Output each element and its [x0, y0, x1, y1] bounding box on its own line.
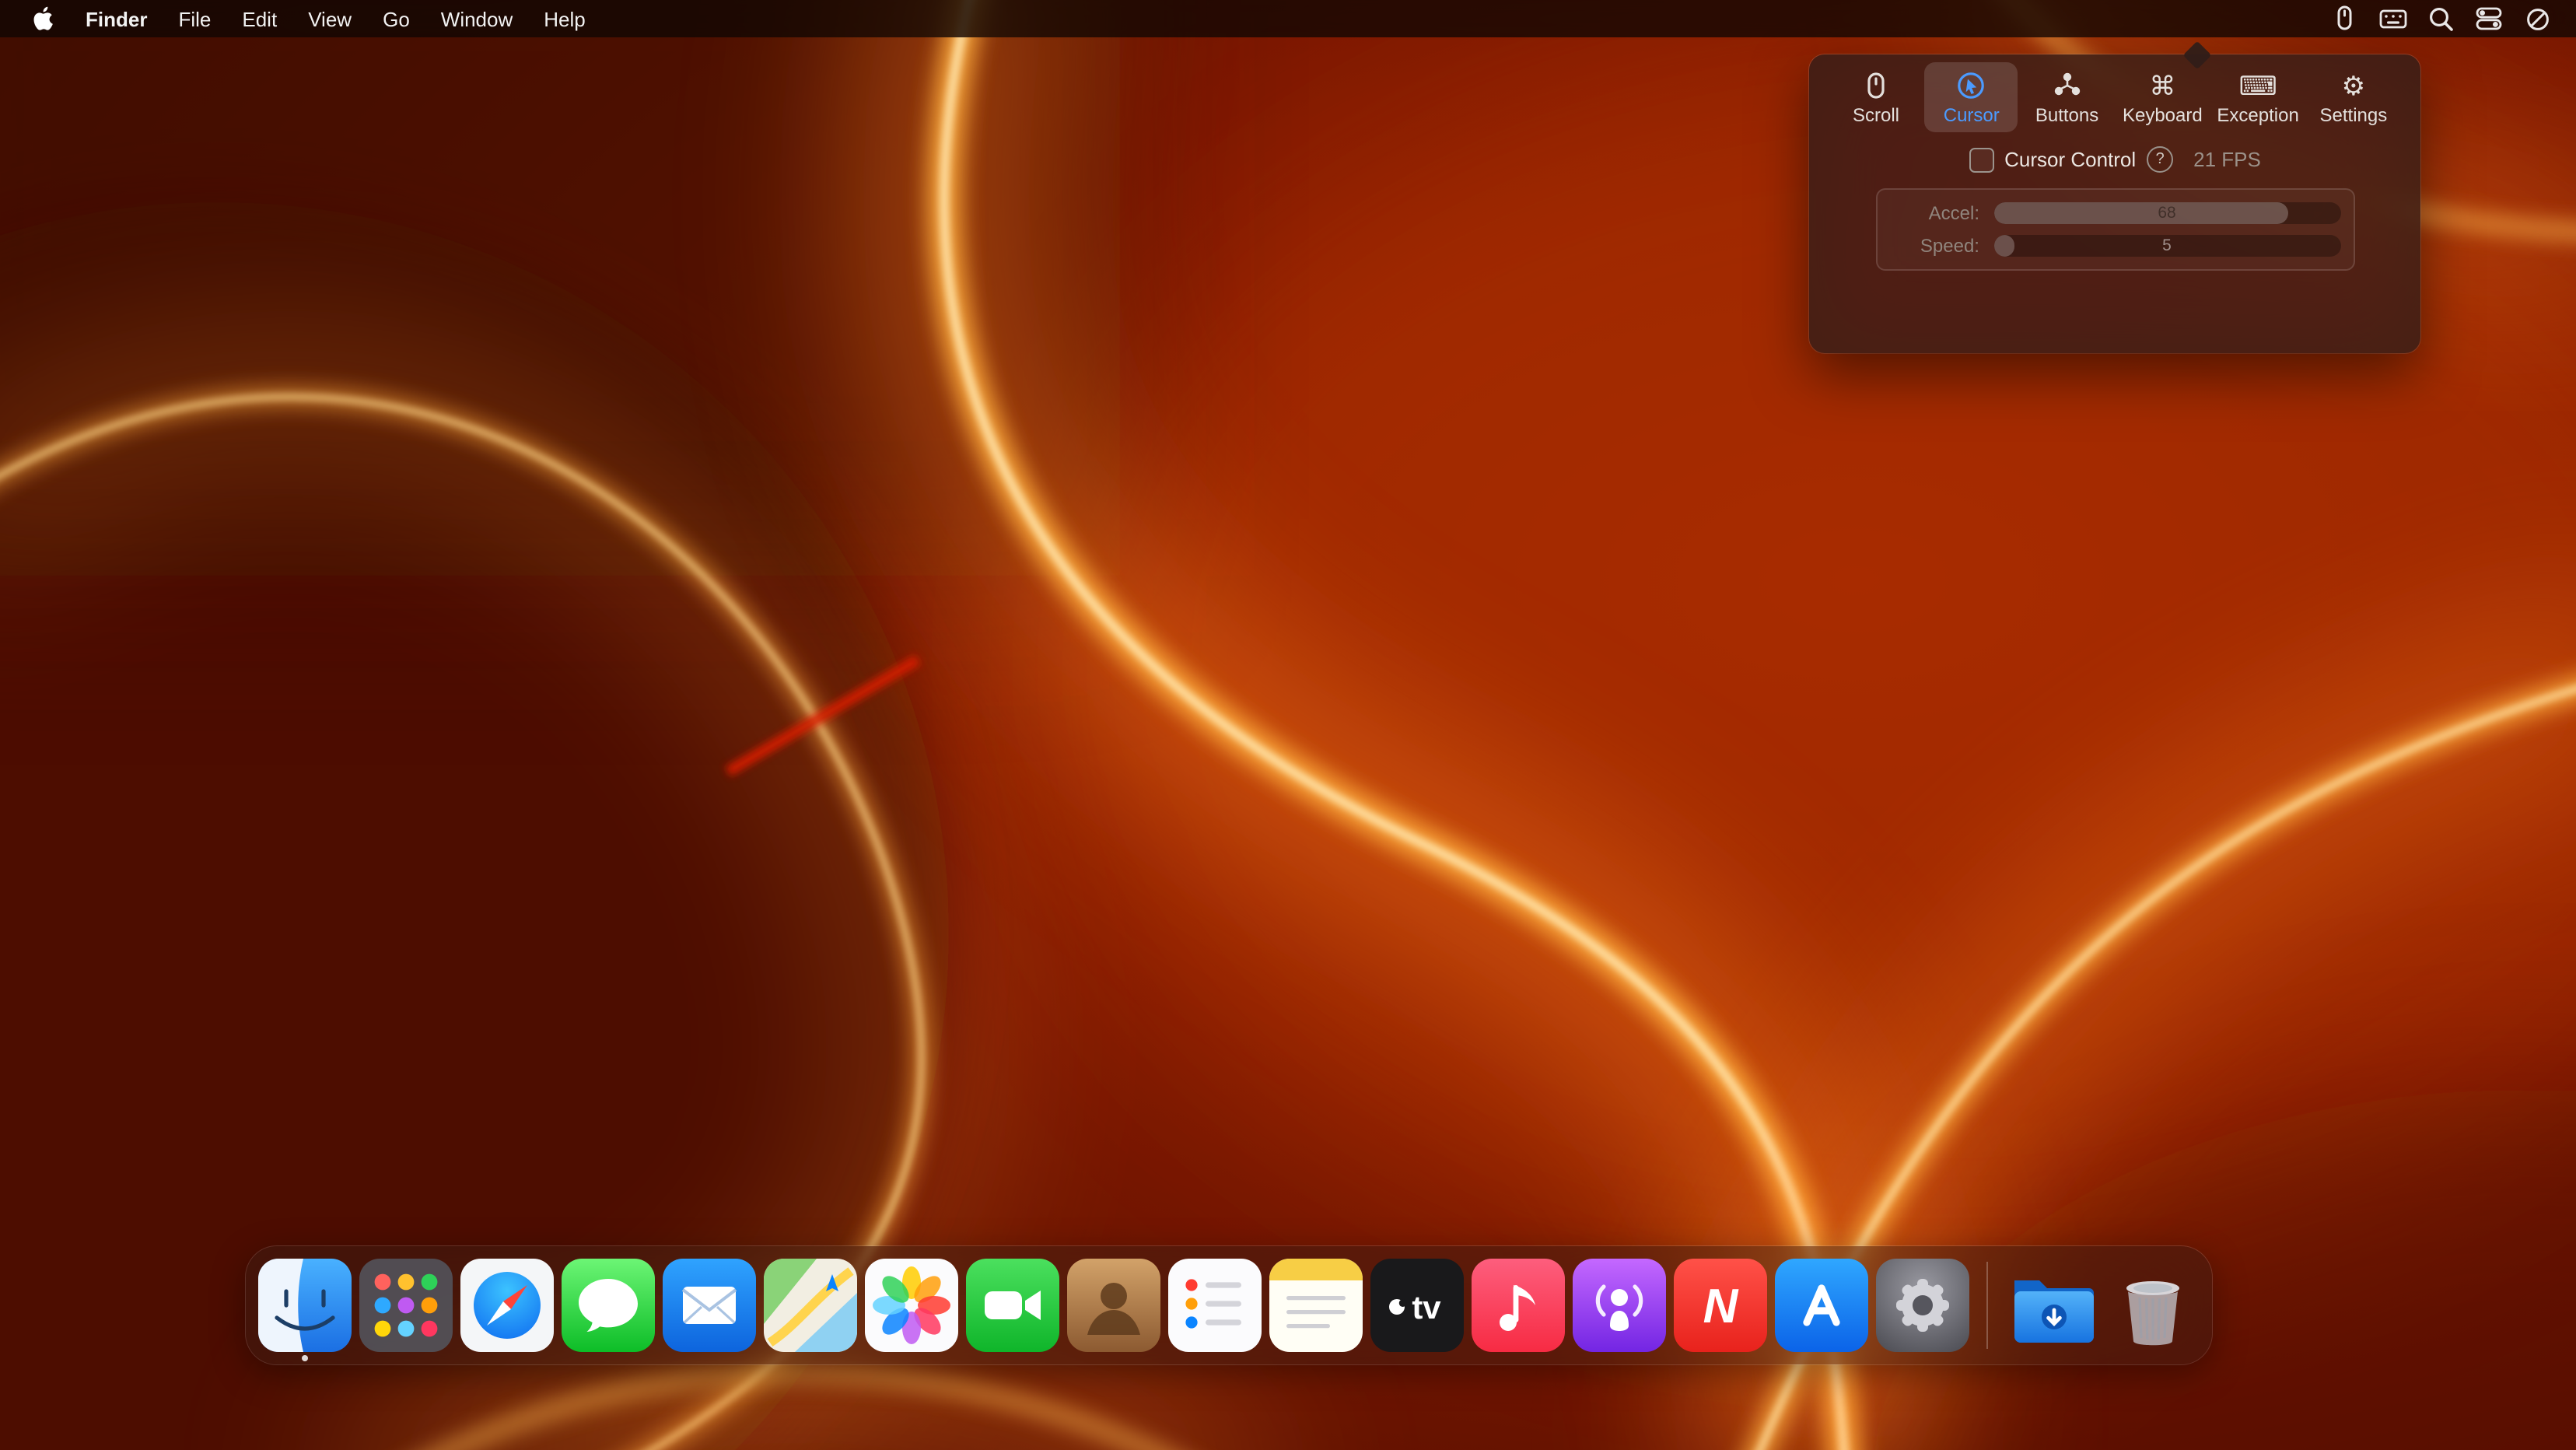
dock-item-podcasts[interactable] — [1573, 1259, 1666, 1352]
accel-label: Accel: — [1889, 202, 1979, 224]
accel-slider[interactable]: 68 — [1993, 202, 2340, 224]
cursor-click-icon — [1956, 68, 1987, 103]
downloads-folder-icon — [2005, 1259, 2098, 1352]
mail-icon — [663, 1259, 756, 1352]
dock-item-contacts[interactable] — [1067, 1259, 1160, 1352]
photos-pinwheel-icon — [865, 1259, 958, 1352]
control-center-icon[interactable] — [2472, 2, 2506, 36]
menu-app-name[interactable]: Finder — [70, 7, 163, 30]
tab-buttons-label: Buttons — [2035, 104, 2098, 126]
launchpad-icon — [359, 1259, 453, 1352]
dock-item-launchpad[interactable] — [359, 1259, 453, 1352]
gear-icon: ⚙ — [2342, 68, 2366, 103]
tab-keyboard-label: Keyboard — [2123, 104, 2203, 126]
cursor-control-label: Cursor Control — [2004, 148, 2136, 171]
accel-value: 68 — [1993, 202, 2340, 224]
podcasts-icon — [1573, 1259, 1666, 1352]
tab-buttons[interactable]: Buttons — [2021, 62, 2114, 132]
trash-icon — [2106, 1259, 2200, 1352]
mouse-buttons-icon — [2052, 68, 2083, 103]
menu-bar-left: Finder File Edit View Go Window Help — [0, 0, 601, 37]
tab-keyboard[interactable]: ⌘ Keyboard — [2116, 62, 2209, 132]
safari-compass-icon — [460, 1259, 554, 1352]
dock-item-safari[interactable] — [460, 1259, 554, 1352]
mouse-settings-popover: Scroll Cursor Buttons ⌘ Keyboard ⌨ Exc — [1809, 54, 2420, 353]
accel-row: Accel: 68 — [1889, 202, 2340, 224]
dock-item-messages[interactable] — [562, 1259, 655, 1352]
system-settings-gear-icon — [1876, 1259, 1969, 1352]
cursor-settings-group: Accel: 68 Speed: 5 — [1875, 188, 2354, 271]
spotlight-search-icon[interactable] — [2424, 2, 2458, 36]
dock-item-finder[interactable] — [258, 1259, 352, 1352]
keyboard-glyph-icon: ⌨ — [2239, 68, 2277, 103]
tab-scroll[interactable]: Scroll — [1829, 62, 1923, 132]
menu-bar: Finder File Edit View Go Window Help — [0, 0, 2576, 37]
contacts-icon — [1067, 1259, 1160, 1352]
dock-item-notes[interactable] — [1269, 1259, 1363, 1352]
dock-item-system-settings[interactable] — [1876, 1259, 1969, 1352]
finder-icon — [258, 1259, 352, 1352]
dock-item-trash[interactable] — [2106, 1259, 2200, 1352]
notes-icon — [1269, 1259, 1363, 1352]
menu-item-view[interactable]: View — [292, 7, 367, 30]
apple-menu[interactable] — [16, 0, 70, 37]
command-key-icon: ⌘ — [2149, 68, 2175, 103]
menu-item-edit[interactable]: Edit — [226, 7, 292, 30]
tab-exception[interactable]: ⌨ Exception — [2211, 62, 2305, 132]
dock: tv — [246, 1246, 2212, 1364]
dock-separator — [1986, 1262, 1988, 1349]
tab-cursor[interactable]: Cursor — [1925, 62, 2018, 132]
tab-settings[interactable]: ⚙ Settings — [2307, 62, 2400, 132]
menu-item-file[interactable]: File — [163, 7, 226, 30]
menu-item-window[interactable]: Window — [425, 7, 529, 30]
dock-item-tv[interactable]: tv — [1370, 1259, 1464, 1352]
keyboard-status-icon[interactable] — [2375, 2, 2410, 36]
circle-slash-icon[interactable] — [2520, 2, 2554, 36]
mouse-status-icon[interactable] — [2327, 2, 2361, 36]
speed-slider[interactable]: 5 — [1993, 235, 2340, 257]
dock-item-app-store[interactable] — [1775, 1259, 1868, 1352]
svg-text:tv: tv — [1412, 1289, 1441, 1326]
desktop: Finder File Edit View Go Window Help — [0, 0, 2576, 1450]
dock-item-music[interactable] — [1472, 1259, 1565, 1352]
speed-label: Speed: — [1889, 235, 1979, 257]
dock-item-downloads[interactable] — [2005, 1259, 2098, 1352]
reminders-icon — [1168, 1259, 1262, 1352]
dock-item-maps[interactable] — [764, 1259, 857, 1352]
menu-item-go[interactable]: Go — [367, 7, 425, 30]
cursor-control-checkbox[interactable] — [1969, 147, 1993, 172]
menu-item-help[interactable]: Help — [528, 7, 601, 30]
messages-icon — [562, 1259, 655, 1352]
tab-settings-label: Settings — [2320, 104, 2388, 126]
maps-icon — [764, 1259, 857, 1352]
tab-cursor-label: Cursor — [1944, 104, 2000, 126]
dock-item-reminders[interactable] — [1168, 1259, 1262, 1352]
apple-tv-icon: tv — [1370, 1259, 1464, 1352]
tab-scroll-label: Scroll — [1853, 104, 1899, 126]
scroll-mouse-icon — [1860, 68, 1892, 103]
menu-bar-status-area — [2327, 0, 2576, 37]
apple-logo-icon — [33, 6, 53, 31]
dock-item-facetime[interactable] — [966, 1259, 1059, 1352]
facetime-icon — [966, 1259, 1059, 1352]
speed-row: Speed: 5 — [1889, 235, 2340, 257]
dock-item-photos[interactable] — [865, 1259, 958, 1352]
music-note-icon — [1472, 1259, 1565, 1352]
speed-value: 5 — [1993, 235, 2340, 257]
dock-item-news[interactable]: N — [1674, 1259, 1767, 1352]
app-store-icon — [1775, 1259, 1868, 1352]
dock-item-mail[interactable] — [663, 1259, 756, 1352]
svg-text:N: N — [1703, 1280, 1739, 1333]
tab-exception-label: Exception — [2217, 104, 2298, 126]
popover-tab-bar: Scroll Cursor Buttons ⌘ Keyboard ⌨ Exc — [1809, 54, 2420, 132]
news-icon: N — [1674, 1259, 1767, 1352]
help-icon[interactable]: ? — [2147, 146, 2173, 173]
cursor-control-row: Cursor Control ? 21 FPS — [1809, 146, 2420, 173]
fps-value: 21 FPS — [2193, 148, 2261, 171]
finder-running-indicator — [302, 1355, 308, 1361]
